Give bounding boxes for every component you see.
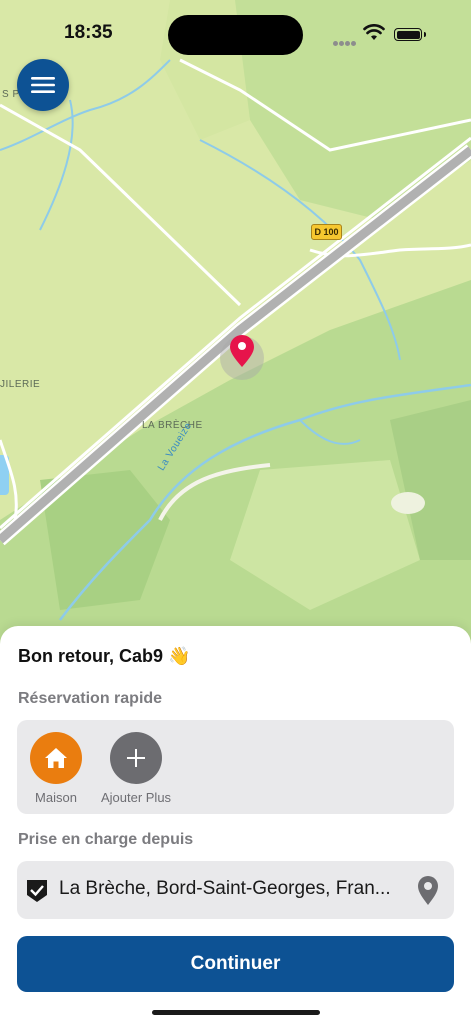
quick-item-add[interactable]: Ajouter Plus	[91, 732, 181, 805]
plus-icon	[127, 749, 145, 767]
quick-booking-title: Réservation rapide	[18, 690, 163, 707]
home-button[interactable]	[30, 732, 82, 784]
map-canvas[interactable]	[0, 0, 471, 660]
map-label-left: JILERIE	[0, 379, 41, 390]
booking-sheet: Bon retour, Cab9 👋 Réservation rapide Ma…	[0, 626, 471, 1024]
battery-icon	[394, 28, 426, 41]
hamburger-icon	[31, 77, 55, 93]
home-icon	[45, 748, 67, 768]
status-bar: 18:35	[0, 0, 471, 60]
map-pin-icon[interactable]	[416, 876, 440, 906]
continue-button[interactable]: Continuer	[17, 936, 454, 992]
pickup-field[interactable]: La Brèche, Bord-Saint-Georges, Fran...	[17, 861, 454, 919]
menu-button[interactable]	[17, 59, 69, 111]
quick-item-home[interactable]: Maison	[11, 732, 101, 805]
home-indicator	[152, 1010, 320, 1015]
add-more-button[interactable]	[110, 732, 162, 784]
wifi-icon	[363, 24, 385, 46]
status-time: 18:35	[64, 22, 113, 43]
quick-item-home-label: Maison	[35, 790, 77, 805]
road-badge: D 100	[311, 224, 342, 240]
dynamic-island	[168, 15, 303, 55]
quick-booking-panel: Maison Ajouter Plus	[17, 720, 454, 814]
greeting-text: Bon retour, Cab9 👋	[18, 646, 191, 666]
pickup-address: La Brèche, Bord-Saint-Georges, Fran...	[59, 878, 391, 899]
pickup-title: Prise en charge depuis	[18, 831, 194, 848]
signal-icon	[333, 33, 357, 51]
quick-item-add-label: Ajouter Plus	[100, 790, 172, 805]
map-view[interactable]: S PI JILERIE LA BRÈCHE La Voueize D 100	[0, 0, 471, 660]
shield-check-icon	[27, 880, 47, 902]
